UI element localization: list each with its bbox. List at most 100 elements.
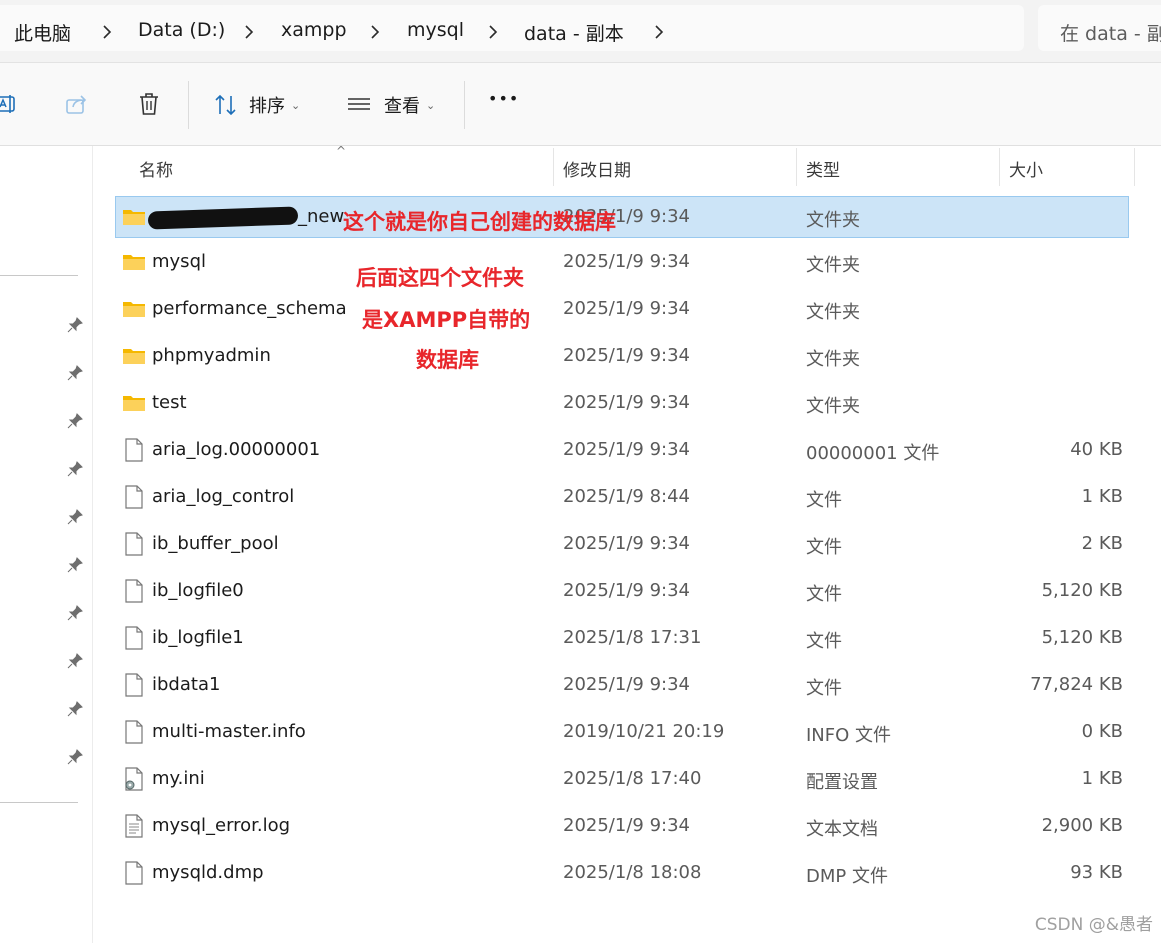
sort-button[interactable]: 排序 ⌄ <box>249 92 300 118</box>
view-icon[interactable] <box>346 92 372 118</box>
file-type: 文件夹 <box>806 255 860 276</box>
file-type: 文件夹 <box>806 302 860 323</box>
file-size: 1 KB <box>1081 486 1123 507</box>
view-button[interactable]: 查看 ⌄ <box>384 92 435 118</box>
file-date: 2025/1/9 9:34 <box>563 392 690 413</box>
breadcrumb-data-copy[interactable]: data - 副本 <box>524 19 624 46</box>
column-header-date[interactable]: 修改日期 <box>563 156 631 181</box>
annotation-own-database: 这个就是你自己创建的数据库 <box>343 210 616 234</box>
file-row[interactable]: ibdata1 2025/1/9 9:34 文件 77,824 KB <box>116 663 1128 707</box>
file-name: ib_logfile0 <box>152 580 244 601</box>
breadcrumb-mysql[interactable]: mysql <box>407 19 464 41</box>
annotation-xampp-line3: 数据库 <box>416 348 479 372</box>
file-type: 文件 <box>806 584 842 605</box>
chevron-right-icon[interactable] <box>102 25 112 39</box>
file-size: 0 KB <box>1081 721 1123 742</box>
folder-icon <box>122 205 146 229</box>
pin-icon[interactable] <box>66 556 84 574</box>
pin-icon[interactable] <box>66 364 84 382</box>
chevron-right-icon[interactable] <box>654 25 664 39</box>
column-header-size[interactable]: 大小 <box>1009 156 1043 181</box>
file-icon <box>122 626 146 650</box>
column-header-name[interactable]: 名称 <box>139 156 173 181</box>
breadcrumb-xampp[interactable]: xampp <box>281 19 347 41</box>
file-date: 2019/10/21 20:19 <box>563 721 725 742</box>
sort-icon[interactable] <box>213 92 239 118</box>
file-name: my.ini <box>152 768 205 789</box>
column-divider[interactable] <box>796 148 797 186</box>
pin-icon[interactable] <box>66 316 84 334</box>
pin-icon[interactable] <box>66 604 84 622</box>
file-icon <box>122 532 146 556</box>
pin-icon[interactable] <box>66 508 84 526</box>
column-divider[interactable] <box>553 148 554 186</box>
column-divider[interactable] <box>999 148 1000 186</box>
file-type: 文件 <box>806 631 842 652</box>
file-date: 2025/1/8 17:40 <box>563 768 702 789</box>
file-icon <box>122 720 146 744</box>
file-name: ibdata1 <box>152 674 221 695</box>
file-row[interactable]: mysqld.dmp 2025/1/8 18:08 DMP 文件 93 KB <box>116 851 1128 895</box>
chevron-right-icon[interactable] <box>370 25 380 39</box>
more-options-button[interactable]: ••• <box>488 89 519 108</box>
pin-icon[interactable] <box>66 700 84 718</box>
chevron-right-icon[interactable] <box>244 25 254 39</box>
file-name: multi-master.info <box>152 721 306 742</box>
file-row[interactable]: ib_logfile0 2025/1/9 9:34 文件 5,120 KB <box>116 569 1128 613</box>
folder-row[interactable]: phpmyadmin 2025/1/9 9:34 文件夹 <box>116 334 1128 378</box>
folder-row[interactable]: mysql 2025/1/9 9:34 文件夹 <box>116 240 1128 284</box>
pin-icon[interactable] <box>66 748 84 766</box>
search-input[interactable]: 在 data - 副 <box>1038 5 1161 51</box>
chevron-down-icon: ⌄ <box>291 99 301 112</box>
breadcrumb[interactable]: 此电脑 Data (D:) xampp mysql data - 副本 <box>0 5 1024 51</box>
folder-icon <box>122 391 146 415</box>
file-row[interactable]: multi-master.info 2019/10/21 20:19 INFO 文件… <box>116 710 1128 754</box>
column-divider[interactable] <box>1134 148 1135 186</box>
breadcrumb-drive-d[interactable]: Data (D:) <box>138 19 225 41</box>
column-header-type[interactable]: 类型 <box>806 156 840 181</box>
file-size: 5,120 KB <box>1041 580 1123 601</box>
file-row[interactable]: mysql_error.log 2025/1/9 9:34 文本文档 2,900 KB <box>116 804 1128 848</box>
breadcrumb-this-pc[interactable]: 此电脑 <box>14 19 71 46</box>
file-icon <box>122 673 146 697</box>
file-type: 配置设置 <box>806 772 878 793</box>
share-icon[interactable] <box>64 91 90 117</box>
file-row[interactable]: aria_log.00000001 2025/1/9 9:34 00000001 文… <box>116 428 1128 472</box>
file-row[interactable]: aria_log_control 2025/1/9 8:44 文件 1 KB <box>116 475 1128 519</box>
folder-icon <box>122 250 146 274</box>
toolbar-divider <box>188 81 189 129</box>
file-row[interactable]: ib_logfile1 2025/1/8 17:31 文件 5,120 KB <box>116 616 1128 660</box>
file-name: aria_log_control <box>152 486 295 507</box>
file-type: 文件 <box>806 678 842 699</box>
chevron-right-icon[interactable] <box>488 25 498 39</box>
file-name: mysql_error.log <box>152 815 291 836</box>
pin-icon[interactable] <box>66 652 84 670</box>
file-type: 00000001 文件 <box>806 443 940 464</box>
delete-icon[interactable] <box>136 91 162 117</box>
file-row[interactable]: ib_buffer_pool 2025/1/9 9:34 文件 2 KB <box>116 522 1128 566</box>
annotation-xampp-line2: 是XAMPP自带的 <box>362 308 531 332</box>
file-date: 2025/1/9 9:34 <box>563 298 690 319</box>
text-file-icon <box>122 814 146 838</box>
file-date: 2025/1/9 9:34 <box>563 674 690 695</box>
folder-icon <box>122 297 146 321</box>
file-row[interactable]: my.ini 2025/1/8 17:40 配置设置 1 KB <box>116 757 1128 801</box>
file-type: 文件 <box>806 490 842 511</box>
file-date: 2025/1/9 9:34 <box>563 580 690 601</box>
pin-icon[interactable] <box>66 460 84 478</box>
file-date: 2025/1/8 18:08 <box>563 862 702 883</box>
pin-icon[interactable] <box>66 412 84 430</box>
toolbar-divider <box>464 81 465 129</box>
file-date: 2025/1/9 9:34 <box>563 345 690 366</box>
folder-row[interactable]: performance_schema 2025/1/9 9:34 文件夹 <box>116 287 1128 331</box>
nav-divider <box>0 802 78 803</box>
file-name: aria_log.00000001 <box>152 439 321 460</box>
file-type: 文件夹 <box>806 349 860 370</box>
sort-ascending-icon: ^ <box>336 144 347 158</box>
file-date: 2025/1/9 9:34 <box>563 815 690 836</box>
search-placeholder: 在 data - 副 <box>1060 23 1161 45</box>
folder-row[interactable]: test 2025/1/9 9:34 文件夹 <box>116 381 1128 425</box>
file-icon <box>122 861 146 885</box>
file-type: 文本文档 <box>806 819 878 840</box>
rename-icon[interactable] <box>0 91 18 117</box>
